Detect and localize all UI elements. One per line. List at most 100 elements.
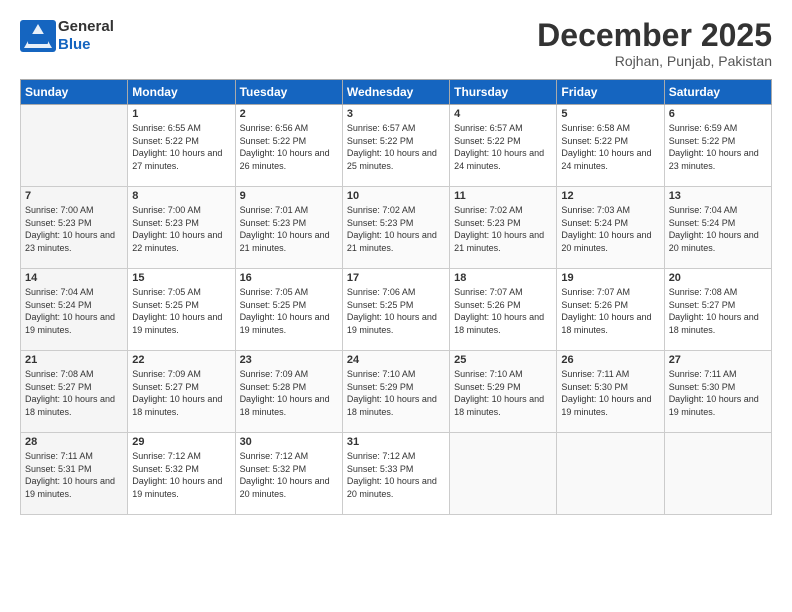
day-cell (557, 433, 664, 515)
day-number: 21 (25, 354, 123, 366)
day-cell: 22 Sunrise: 7:09 AMSunset: 5:27 PMDaylig… (128, 351, 235, 433)
day-number: 10 (347, 190, 445, 202)
day-number: 27 (669, 354, 767, 366)
day-cell: 1 Sunrise: 6:55 AMSunset: 5:22 PMDayligh… (128, 105, 235, 187)
month-title: December 2025 (537, 18, 772, 53)
day-info: Sunrise: 7:04 AMSunset: 5:24 PMDaylight:… (669, 204, 767, 254)
day-cell: 28 Sunrise: 7:11 AMSunset: 5:31 PMDaylig… (21, 433, 128, 515)
day-number: 28 (25, 436, 123, 448)
day-cell: 2 Sunrise: 6:56 AMSunset: 5:22 PMDayligh… (235, 105, 342, 187)
day-cell: 24 Sunrise: 7:10 AMSunset: 5:29 PMDaylig… (342, 351, 449, 433)
day-info: Sunrise: 7:11 AMSunset: 5:30 PMDaylight:… (561, 368, 659, 418)
day-cell: 14 Sunrise: 7:04 AMSunset: 5:24 PMDaylig… (21, 269, 128, 351)
day-cell: 16 Sunrise: 7:05 AMSunset: 5:25 PMDaylig… (235, 269, 342, 351)
col-friday: Friday (557, 80, 664, 105)
day-number: 12 (561, 190, 659, 202)
day-number: 2 (240, 108, 338, 120)
day-info: Sunrise: 7:12 AMSunset: 5:33 PMDaylight:… (347, 450, 445, 500)
day-info: Sunrise: 6:57 AMSunset: 5:22 PMDaylight:… (347, 122, 445, 172)
day-cell: 25 Sunrise: 7:10 AMSunset: 5:29 PMDaylig… (450, 351, 557, 433)
day-number: 1 (132, 108, 230, 120)
day-info: Sunrise: 7:01 AMSunset: 5:23 PMDaylight:… (240, 204, 338, 254)
week-row-5: 28 Sunrise: 7:11 AMSunset: 5:31 PMDaylig… (21, 433, 772, 515)
day-number: 7 (25, 190, 123, 202)
week-row-3: 14 Sunrise: 7:04 AMSunset: 5:24 PMDaylig… (21, 269, 772, 351)
day-info: Sunrise: 7:06 AMSunset: 5:25 PMDaylight:… (347, 286, 445, 336)
day-cell: 20 Sunrise: 7:08 AMSunset: 5:27 PMDaylig… (664, 269, 771, 351)
day-info: Sunrise: 7:04 AMSunset: 5:24 PMDaylight:… (25, 286, 123, 336)
location: Rojhan, Punjab, Pakistan (537, 53, 772, 69)
day-info: Sunrise: 7:05 AMSunset: 5:25 PMDaylight:… (132, 286, 230, 336)
day-cell: 26 Sunrise: 7:11 AMSunset: 5:30 PMDaylig… (557, 351, 664, 433)
day-cell: 31 Sunrise: 7:12 AMSunset: 5:33 PMDaylig… (342, 433, 449, 515)
day-info: Sunrise: 7:12 AMSunset: 5:32 PMDaylight:… (132, 450, 230, 500)
day-info: Sunrise: 7:00 AMSunset: 5:23 PMDaylight:… (132, 204, 230, 254)
page: General Blue December 2025 Rojhan, Punja… (0, 0, 792, 612)
day-number: 13 (669, 190, 767, 202)
day-info: Sunrise: 7:11 AMSunset: 5:30 PMDaylight:… (669, 368, 767, 418)
day-cell: 15 Sunrise: 7:05 AMSunset: 5:25 PMDaylig… (128, 269, 235, 351)
day-info: Sunrise: 7:08 AMSunset: 5:27 PMDaylight:… (669, 286, 767, 336)
col-thursday: Thursday (450, 80, 557, 105)
day-number: 31 (347, 436, 445, 448)
day-number: 15 (132, 272, 230, 284)
header: General Blue December 2025 Rojhan, Punja… (20, 18, 772, 69)
calendar-table: Sunday Monday Tuesday Wednesday Thursday… (20, 79, 772, 515)
col-sunday: Sunday (21, 80, 128, 105)
day-cell: 23 Sunrise: 7:09 AMSunset: 5:28 PMDaylig… (235, 351, 342, 433)
day-number: 24 (347, 354, 445, 366)
day-number: 22 (132, 354, 230, 366)
col-saturday: Saturday (664, 80, 771, 105)
day-number: 26 (561, 354, 659, 366)
day-number: 23 (240, 354, 338, 366)
day-info: Sunrise: 6:58 AMSunset: 5:22 PMDaylight:… (561, 122, 659, 172)
day-number: 8 (132, 190, 230, 202)
col-monday: Monday (128, 80, 235, 105)
day-number: 11 (454, 190, 552, 202)
day-cell: 3 Sunrise: 6:57 AMSunset: 5:22 PMDayligh… (342, 105, 449, 187)
day-cell: 11 Sunrise: 7:02 AMSunset: 5:23 PMDaylig… (450, 187, 557, 269)
day-info: Sunrise: 6:59 AMSunset: 5:22 PMDaylight:… (669, 122, 767, 172)
day-cell: 4 Sunrise: 6:57 AMSunset: 5:22 PMDayligh… (450, 105, 557, 187)
day-cell: 19 Sunrise: 7:07 AMSunset: 5:26 PMDaylig… (557, 269, 664, 351)
logo: General Blue (20, 18, 114, 54)
day-cell: 18 Sunrise: 7:07 AMSunset: 5:26 PMDaylig… (450, 269, 557, 351)
day-number: 25 (454, 354, 552, 366)
day-number: 4 (454, 108, 552, 120)
week-row-2: 7 Sunrise: 7:00 AMSunset: 5:23 PMDayligh… (21, 187, 772, 269)
week-row-4: 21 Sunrise: 7:08 AMSunset: 5:27 PMDaylig… (21, 351, 772, 433)
day-number: 9 (240, 190, 338, 202)
day-cell (450, 433, 557, 515)
day-number: 6 (669, 108, 767, 120)
day-cell: 7 Sunrise: 7:00 AMSunset: 5:23 PMDayligh… (21, 187, 128, 269)
day-info: Sunrise: 7:08 AMSunset: 5:27 PMDaylight:… (25, 368, 123, 418)
day-number: 30 (240, 436, 338, 448)
day-cell: 21 Sunrise: 7:08 AMSunset: 5:27 PMDaylig… (21, 351, 128, 433)
day-info: Sunrise: 7:02 AMSunset: 5:23 PMDaylight:… (454, 204, 552, 254)
day-cell: 29 Sunrise: 7:12 AMSunset: 5:32 PMDaylig… (128, 433, 235, 515)
day-number: 16 (240, 272, 338, 284)
day-number: 17 (347, 272, 445, 284)
title-block: December 2025 Rojhan, Punjab, Pakistan (537, 18, 772, 69)
day-cell: 12 Sunrise: 7:03 AMSunset: 5:24 PMDaylig… (557, 187, 664, 269)
day-info: Sunrise: 7:11 AMSunset: 5:31 PMDaylight:… (25, 450, 123, 500)
day-number: 18 (454, 272, 552, 284)
day-cell: 9 Sunrise: 7:01 AMSunset: 5:23 PMDayligh… (235, 187, 342, 269)
day-number: 3 (347, 108, 445, 120)
day-cell (21, 105, 128, 187)
day-cell (664, 433, 771, 515)
day-info: Sunrise: 7:02 AMSunset: 5:23 PMDaylight:… (347, 204, 445, 254)
day-cell: 30 Sunrise: 7:12 AMSunset: 5:32 PMDaylig… (235, 433, 342, 515)
header-row: Sunday Monday Tuesday Wednesday Thursday… (21, 80, 772, 105)
day-info: Sunrise: 7:10 AMSunset: 5:29 PMDaylight:… (347, 368, 445, 418)
day-cell: 10 Sunrise: 7:02 AMSunset: 5:23 PMDaylig… (342, 187, 449, 269)
day-info: Sunrise: 7:09 AMSunset: 5:27 PMDaylight:… (132, 368, 230, 418)
col-wednesday: Wednesday (342, 80, 449, 105)
day-info: Sunrise: 6:57 AMSunset: 5:22 PMDaylight:… (454, 122, 552, 172)
day-number: 29 (132, 436, 230, 448)
day-cell: 8 Sunrise: 7:00 AMSunset: 5:23 PMDayligh… (128, 187, 235, 269)
col-tuesday: Tuesday (235, 80, 342, 105)
day-number: 5 (561, 108, 659, 120)
day-info: Sunrise: 7:05 AMSunset: 5:25 PMDaylight:… (240, 286, 338, 336)
day-info: Sunrise: 7:12 AMSunset: 5:32 PMDaylight:… (240, 450, 338, 500)
